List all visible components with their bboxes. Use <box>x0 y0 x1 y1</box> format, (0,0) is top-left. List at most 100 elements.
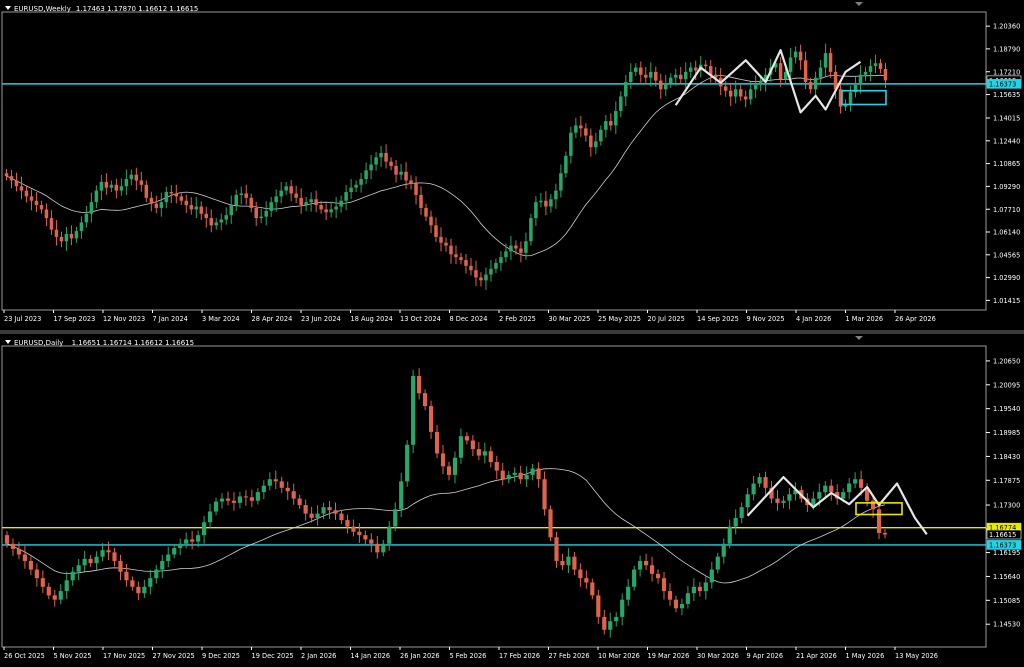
collapse-arrow-icon[interactable] <box>5 340 11 344</box>
x-tick-label: 10 Mar 2026 <box>598 652 640 660</box>
candle-body <box>243 496 248 498</box>
x-tick-label: 7 Jan 2024 <box>153 315 188 323</box>
candle-body <box>224 215 228 220</box>
candle-body <box>178 543 183 549</box>
candle-body <box>314 199 318 206</box>
candle-body <box>172 548 177 555</box>
candle-body <box>858 74 863 85</box>
candle-body <box>354 184 358 188</box>
candle-body <box>614 110 618 126</box>
x-tick-label: 5 Feb 2026 <box>450 652 487 660</box>
weekly-chart-panel[interactable]: EURUSD,Weekly 1.17463 1.17870 1.16612 1.1… <box>0 0 1024 330</box>
x-tick-label: 17 Sep 2023 <box>54 315 96 323</box>
daily-chart-panel[interactable]: EURUSD,Daily 1.16651 1.16714 1.16612 1.16… <box>0 334 1024 667</box>
y-tick-label: 1.14530 <box>993 621 1020 629</box>
weekly-chart[interactable]: EURUSD,Weekly 1.17463 1.17870 1.16612 1.1… <box>0 0 1024 330</box>
candle-body <box>419 194 423 208</box>
candle-body <box>334 206 338 210</box>
collapse-arrow-icon[interactable] <box>5 6 11 10</box>
candle-body <box>214 222 219 226</box>
daily-chart[interactable]: EURUSD,Daily 1.16651 1.16714 1.16612 1.16… <box>0 334 1024 667</box>
candle-body <box>584 128 588 136</box>
candle-body <box>751 483 756 495</box>
candle-body <box>745 494 750 508</box>
candle-body <box>279 190 283 197</box>
x-tick-label: 18 Aug 2024 <box>351 315 393 323</box>
y-tick-label: 1.17300 <box>993 502 1020 510</box>
candle-body <box>811 498 816 506</box>
x-tick-label: 27 Feb 2026 <box>549 652 590 660</box>
candle-body <box>775 498 780 503</box>
candle-body <box>379 152 383 158</box>
candle-body <box>458 436 464 458</box>
candle-body <box>829 485 834 493</box>
candle-body <box>566 556 571 566</box>
candle-body <box>859 479 864 488</box>
y-tick-label: 1.06140 <box>993 228 1020 236</box>
price-label: 1.16373 <box>989 541 1016 549</box>
y-tick-label: 1.17875 <box>993 477 1020 485</box>
candle-body <box>683 71 688 80</box>
candle-body <box>629 71 633 83</box>
candle-body <box>129 174 134 180</box>
candle-body <box>685 593 690 604</box>
candle-body <box>509 245 513 252</box>
candle-body <box>798 51 803 61</box>
x-tick-label: 30 Mar 2026 <box>697 652 739 660</box>
candle-body <box>559 173 563 191</box>
candle-body <box>853 479 858 484</box>
x-tick-label: 19 Mar 2026 <box>648 652 690 660</box>
candle-body <box>190 539 195 542</box>
candle-body <box>104 181 109 188</box>
candle-body <box>572 556 577 570</box>
candle-body <box>267 479 272 486</box>
candle-body <box>74 231 79 239</box>
candle-body <box>299 197 303 206</box>
candle-body <box>688 67 693 72</box>
candle-body <box>229 205 233 216</box>
candle-body <box>357 531 362 536</box>
candle-body <box>536 468 541 480</box>
candle-body <box>614 616 619 622</box>
candle-body <box>624 82 628 97</box>
candle-body <box>309 513 314 518</box>
price-label: 1.16615 <box>989 531 1016 539</box>
candle-body <box>439 236 443 243</box>
candle-body <box>324 209 328 213</box>
candle-body <box>664 83 668 90</box>
candle-body <box>494 262 498 269</box>
candle-body <box>787 494 792 501</box>
candle-body <box>189 205 194 210</box>
x-tick-label: 1 Mar 2026 <box>846 315 884 323</box>
candle-body <box>339 200 343 207</box>
candle-body <box>484 274 488 281</box>
candle-body <box>446 466 452 475</box>
candle-body <box>359 179 363 185</box>
candle-body <box>149 197 154 204</box>
target-zone-box[interactable] <box>841 89 887 106</box>
y-tick-label: 1.15635 <box>993 91 1020 99</box>
candle-body <box>494 462 499 471</box>
candle-body <box>655 573 661 579</box>
candle-body <box>524 474 529 480</box>
candle-body <box>409 180 413 184</box>
candle-body <box>389 161 393 166</box>
x-tick-label: 2 Jan 2026 <box>301 652 336 660</box>
y-tick-label: 1.17210 <box>993 68 1020 76</box>
candle-body <box>387 526 392 544</box>
candle-body <box>34 569 39 579</box>
x-tick-label: 9 Nov 2025 <box>747 315 785 323</box>
candle-body <box>620 599 625 617</box>
candle-body <box>363 535 368 540</box>
candle-body <box>673 599 679 609</box>
candle-body <box>721 543 726 557</box>
candle-body <box>194 206 199 210</box>
candle-body <box>626 586 631 600</box>
candle-body <box>333 510 338 514</box>
candle-body <box>136 586 141 594</box>
candle-body <box>196 535 201 542</box>
candle-body <box>274 196 278 203</box>
candle-body <box>249 497 254 501</box>
candle-body <box>634 67 638 72</box>
candle-body <box>124 179 129 187</box>
